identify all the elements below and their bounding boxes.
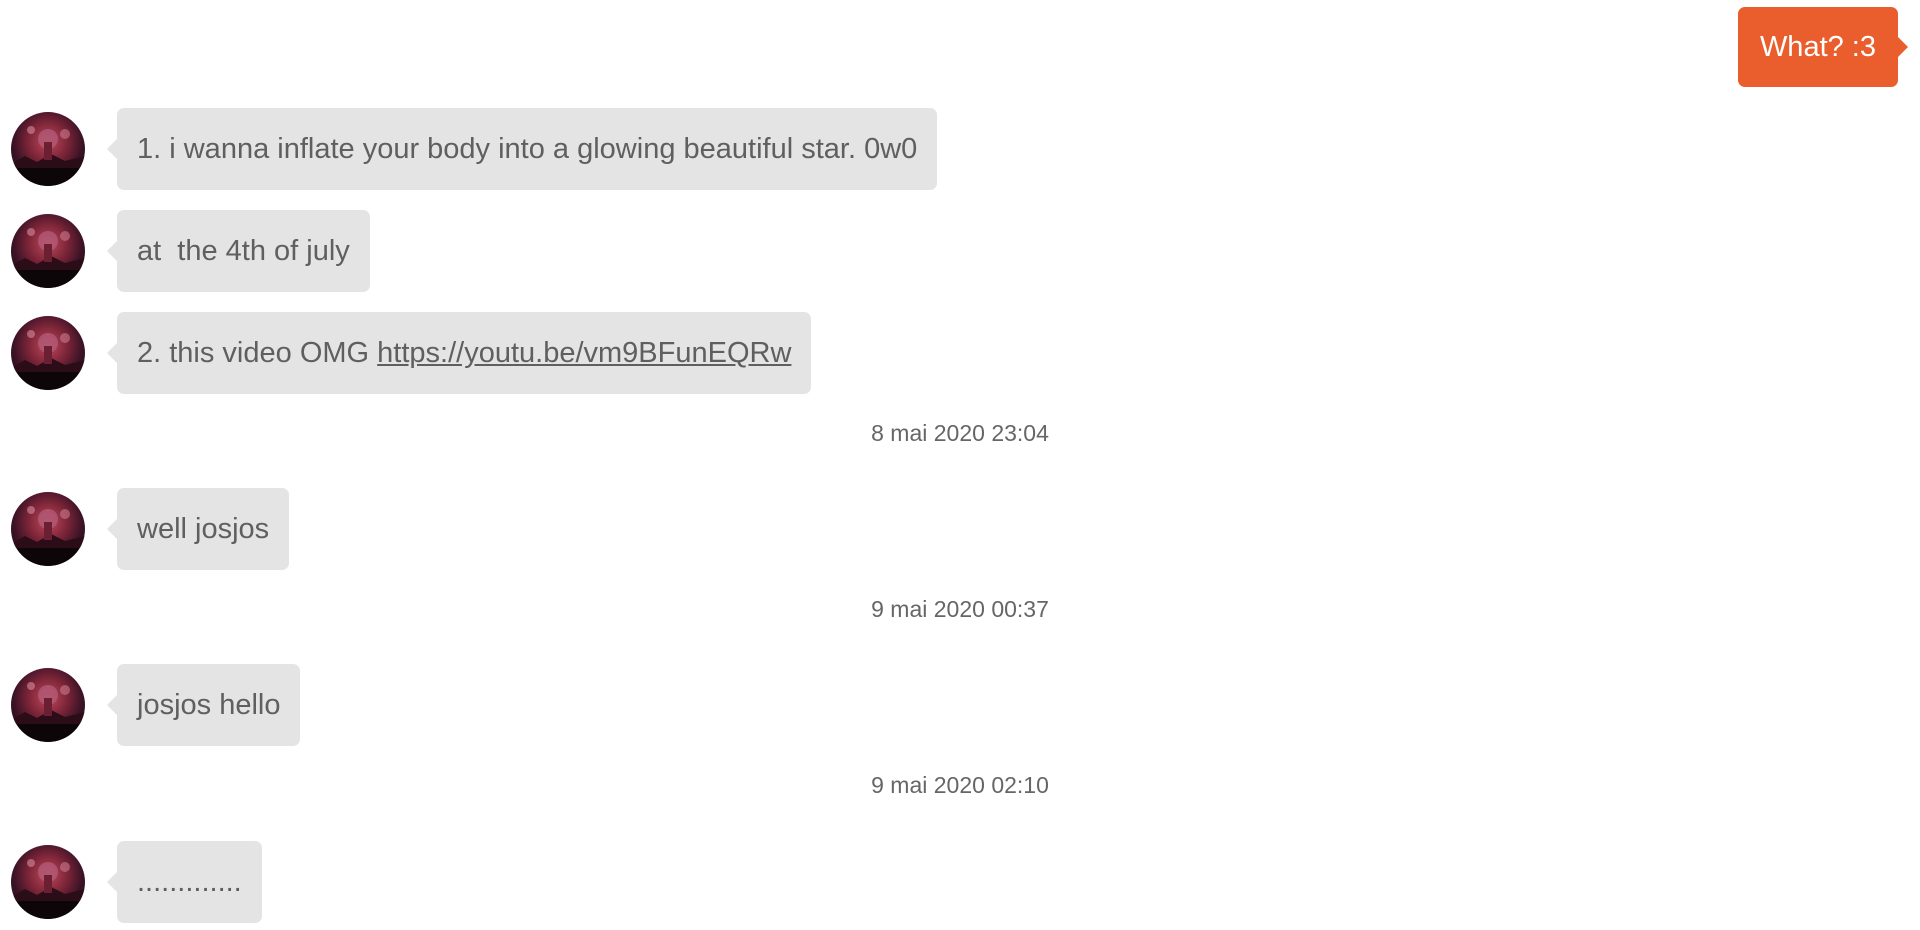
timestamp-divider: 9 mai 2020 00:37 bbox=[871, 596, 1049, 622]
incoming-message-bubble[interactable]: ............. bbox=[107, 841, 262, 923]
user-avatar-icon[interactable] bbox=[11, 492, 85, 566]
message-text: 2. this video OMG bbox=[137, 337, 378, 369]
incoming-message-bubble: 2. this video OMG https://youtu.be/vm9BF… bbox=[106, 312, 812, 394]
user-avatar-icon[interactable] bbox=[11, 112, 85, 186]
user-avatar-icon[interactable] bbox=[11, 845, 85, 919]
incoming-message-bubble[interactable]: at the 4th of july bbox=[107, 210, 370, 292]
user-avatar-icon[interactable] bbox=[11, 668, 85, 742]
timestamp-divider: 9 mai 2020 02:10 bbox=[871, 772, 1049, 798]
outgoing-message-bubble[interactable]: What? :3 bbox=[1737, 7, 1909, 87]
chat-thread: What? :3 1. i wanna inflate your body in… bbox=[0, 0, 1920, 930]
timestamp-divider: 8 mai 2020 23:04 bbox=[871, 420, 1049, 446]
incoming-message-bubble[interactable]: 1. i wanna inflate your body into a glow… bbox=[106, 108, 938, 190]
incoming-message-bubble[interactable]: josjos hello bbox=[106, 664, 301, 746]
user-avatar-icon[interactable] bbox=[11, 214, 85, 288]
incoming-message-bubble[interactable]: well josjos bbox=[106, 488, 290, 570]
user-avatar-icon[interactable] bbox=[11, 316, 85, 390]
message-link[interactable]: https://youtu.be/vm9BFunEQRw bbox=[377, 337, 791, 369]
